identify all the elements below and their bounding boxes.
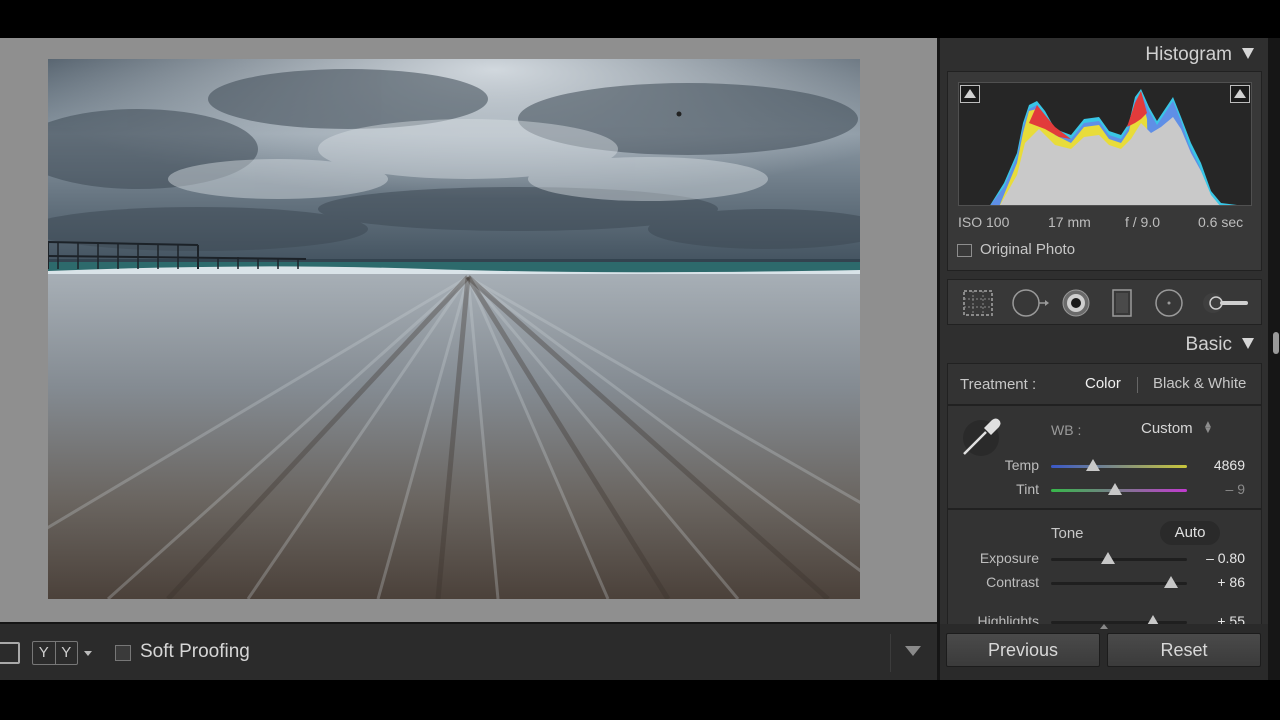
auto-tone-button[interactable]: Auto bbox=[1160, 521, 1220, 545]
focal-length-readout: 17 mm bbox=[1048, 214, 1091, 230]
collapse-triangle-icon bbox=[1242, 48, 1254, 59]
highlight-clipping-toggle[interactable] bbox=[1230, 85, 1250, 103]
treatment-color-option[interactable]: Color bbox=[1085, 375, 1121, 392]
wb-updown-icon[interactable]: ▲ ▼ bbox=[1203, 420, 1213, 436]
reset-button[interactable]: Reset bbox=[1107, 633, 1261, 667]
image-canvas[interactable] bbox=[0, 38, 937, 622]
basic-header[interactable]: Basic bbox=[1186, 334, 1254, 356]
tone-label: Tone bbox=[1051, 525, 1084, 542]
red-eye-tool-icon[interactable] bbox=[1061, 288, 1091, 318]
original-photo-checkbox[interactable] bbox=[957, 244, 972, 257]
treatment-bw-option[interactable]: Black & White bbox=[1153, 375, 1246, 392]
exposure-slider-track[interactable] bbox=[1051, 558, 1187, 561]
exposure-slider-row: Exposure – 0.80 bbox=[948, 549, 1261, 569]
before-after-dropdown-icon[interactable] bbox=[84, 651, 92, 656]
wb-label: WB : bbox=[1051, 422, 1082, 438]
contrast-slider-row: Contrast + 86 bbox=[948, 573, 1261, 593]
loupe-view-button[interactable] bbox=[0, 642, 20, 664]
radial-filter-tool-icon[interactable] bbox=[1154, 288, 1184, 318]
tint-slider-knob[interactable] bbox=[1107, 483, 1122, 495]
before-after-left: Y bbox=[33, 642, 56, 664]
before-after-right: Y bbox=[61, 644, 72, 661]
eyedropper-icon[interactable] bbox=[960, 414, 1006, 458]
treatment-separator bbox=[1137, 377, 1138, 393]
tint-slider-row: Tint – 9 bbox=[948, 480, 1263, 500]
shadow-clipping-toggle[interactable] bbox=[960, 85, 980, 103]
exposure-value[interactable]: – 0.80 bbox=[1206, 550, 1245, 566]
histogram-title: Histogram bbox=[1145, 44, 1232, 65]
histogram-header[interactable]: Histogram bbox=[1145, 44, 1254, 66]
temp-slider-knob[interactable] bbox=[1086, 459, 1101, 471]
white-balance-section: WB : Custom ▲ ▼ Temp 4869 Tint – 9 bbox=[947, 405, 1262, 509]
soft-proofing-label[interactable]: Soft Proofing bbox=[140, 641, 250, 663]
panel-scrollbar[interactable] bbox=[1268, 38, 1280, 680]
graduated-filter-tool-icon[interactable] bbox=[1110, 288, 1134, 318]
temp-label: Temp bbox=[1004, 457, 1039, 473]
top-bar bbox=[0, 0, 1280, 38]
aperture-readout: f / 9.0 bbox=[1125, 214, 1161, 230]
panel-button-bar: Previous Reset bbox=[940, 624, 1268, 680]
contrast-label: Contrast bbox=[986, 574, 1039, 590]
soft-proofing-checkbox[interactable] bbox=[115, 645, 131, 661]
iso-readout: ISO 100 bbox=[958, 214, 1010, 230]
toolbar-divider bbox=[890, 634, 891, 672]
tool-strip bbox=[947, 279, 1262, 325]
toolbar-menu-chevron-icon[interactable] bbox=[905, 646, 921, 656]
wb-preset-select[interactable]: Custom bbox=[1141, 420, 1193, 437]
spot-removal-tool-icon[interactable] bbox=[1011, 288, 1051, 318]
histogram-graph[interactable] bbox=[958, 82, 1252, 206]
original-photo-label[interactable]: Original Photo bbox=[980, 241, 1075, 258]
contrast-value[interactable]: + 86 bbox=[1217, 574, 1245, 590]
crop-overlay-tool-icon[interactable] bbox=[962, 288, 994, 318]
collapse-triangle-icon bbox=[1242, 338, 1254, 349]
treatment-label: Treatment : bbox=[960, 376, 1037, 393]
contrast-slider-knob[interactable] bbox=[1163, 576, 1178, 588]
basic-title: Basic bbox=[1185, 334, 1232, 355]
temp-value[interactable]: 4869 bbox=[1214, 457, 1245, 473]
temp-slider-track[interactable] bbox=[1051, 465, 1187, 468]
photo-image bbox=[48, 59, 860, 599]
histogram-panel: ISO 100 17 mm f / 9.0 0.6 sec Original P… bbox=[947, 71, 1262, 271]
adjustment-brush-tool-icon[interactable] bbox=[1202, 288, 1250, 318]
photo-preview[interactable] bbox=[48, 59, 860, 599]
temp-slider-row: Temp 4869 bbox=[948, 456, 1263, 476]
treatment-row: Treatment : Color Black & White bbox=[947, 363, 1262, 405]
panel-resize-icon[interactable] bbox=[1100, 624, 1108, 629]
exposure-label: Exposure bbox=[979, 550, 1039, 566]
toolbar: Y Y Soft Proofing bbox=[0, 622, 937, 680]
shutter-readout: 0.6 sec bbox=[1198, 214, 1244, 230]
right-panel: Histogram ISO 100 17 mm f / 9.0 0.6 sec … bbox=[940, 38, 1268, 680]
before-after-button[interactable]: Y Y bbox=[32, 641, 78, 665]
previous-button[interactable]: Previous bbox=[946, 633, 1100, 667]
exposure-slider-knob[interactable] bbox=[1101, 552, 1116, 564]
tint-value[interactable]: – 9 bbox=[1226, 481, 1245, 497]
tint-label: Tint bbox=[1016, 481, 1039, 497]
histogram-chart bbox=[990, 89, 1237, 205]
bottom-bar bbox=[0, 680, 1280, 720]
scrollbar-thumb[interactable] bbox=[1273, 332, 1279, 354]
